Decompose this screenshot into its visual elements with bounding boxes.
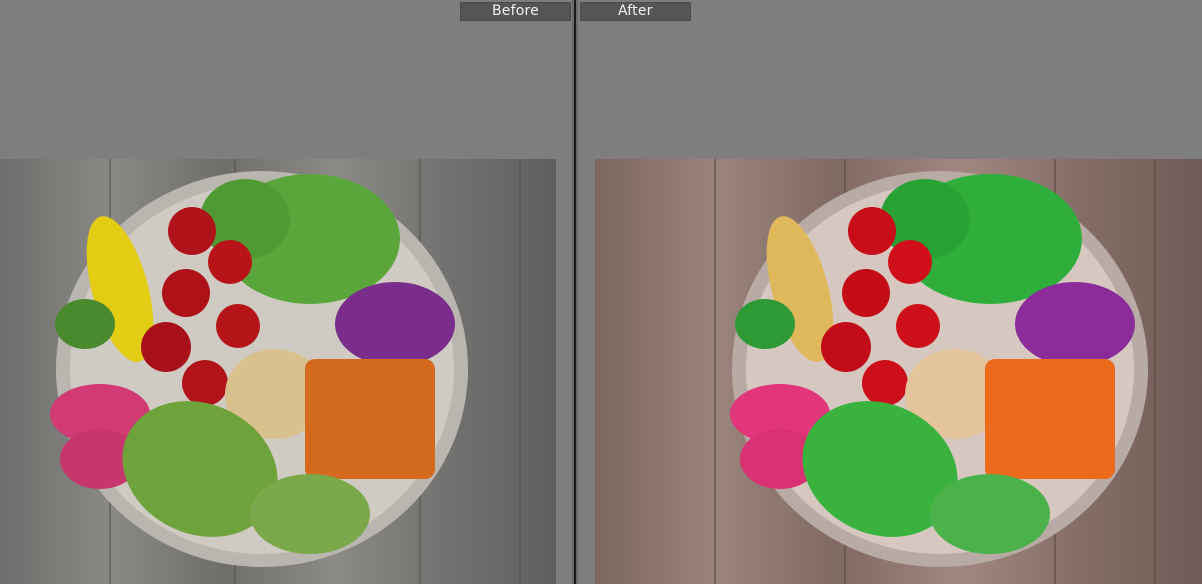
salad-bowl-image-after xyxy=(595,159,1202,584)
after-label: After xyxy=(580,2,691,21)
before-pane: Before xyxy=(0,0,572,584)
after-pane: After xyxy=(578,0,1202,584)
after-photo[interactable] xyxy=(595,159,1202,584)
salad-bowl-image-before xyxy=(0,159,556,584)
before-photo[interactable] xyxy=(0,159,556,584)
before-label: Before xyxy=(460,2,571,21)
